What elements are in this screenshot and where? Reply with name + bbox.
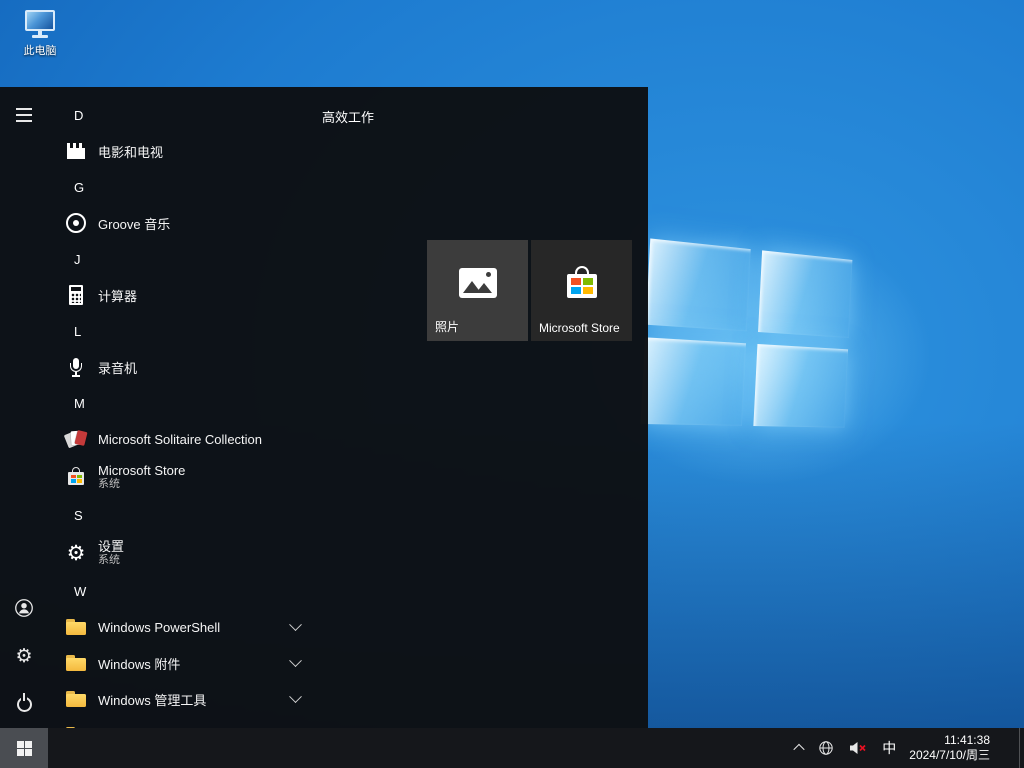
app-group-windows-accessories[interactable]: Windows 附件 <box>48 645 322 681</box>
store-bag-icon <box>564 266 600 300</box>
app-item-microsoft-store[interactable]: Microsoft Store 系统 <box>48 457 322 497</box>
app-item-voice-recorder[interactable]: 录音机 <box>48 349 322 385</box>
system-tray: 中 11:41:38 2024/7/10/周三 <box>789 728 994 768</box>
section-letter-s[interactable]: S <box>48 497 322 533</box>
gear-icon: ⚙ <box>15 647 32 666</box>
tray-overflow-button[interactable] <box>789 728 809 768</box>
settings-gear-icon: ⚙ <box>64 541 88 565</box>
wallpaper-windows-logo <box>639 238 864 455</box>
volume-button[interactable] <box>843 728 873 768</box>
app-item-label: Windows 管理工具 <box>98 690 206 709</box>
app-item-sublabel: 系统 <box>98 478 185 491</box>
windows-logo-icon <box>17 741 32 756</box>
network-button[interactable] <box>812 728 840 768</box>
app-item-label: Windows 附件 <box>98 654 180 673</box>
section-letter-label: L <box>74 324 81 339</box>
logo-pane <box>641 337 746 425</box>
folder-icon <box>64 651 88 675</box>
user-account-button[interactable] <box>0 584 48 632</box>
section-letter-label: M <box>74 396 85 411</box>
chevron-up-icon <box>794 744 805 755</box>
app-item-movies-tv[interactable]: 电影和电视 <box>48 133 322 169</box>
start-menu: ⚙ D 电影和电视 G Groove 音乐 <box>0 87 648 728</box>
clock-date: 2024/7/10/周三 <box>909 748 990 763</box>
microphone-icon <box>64 355 88 379</box>
section-letter-label: J <box>74 252 81 267</box>
start-menu-rail: ⚙ <box>0 87 48 728</box>
calculator-icon <box>64 283 88 307</box>
tile-microsoft-store[interactable]: Microsoft Store <box>531 240 632 341</box>
app-group-windows-powershell[interactable]: Windows PowerShell <box>48 609 322 645</box>
power-icon <box>17 697 32 712</box>
section-letter-j[interactable]: J <box>48 241 322 277</box>
network-globe-icon <box>818 740 834 756</box>
section-letter-label: S <box>74 508 83 523</box>
chevron-down-icon[interactable] <box>289 690 302 703</box>
chevron-down-icon[interactable] <box>289 654 302 667</box>
section-letter-label: D <box>74 108 83 123</box>
start-button[interactable] <box>0 728 48 768</box>
app-group-windows-admin-tools[interactable]: Windows 管理工具 <box>48 681 322 717</box>
volume-muted-icon <box>849 740 867 756</box>
app-list: D 电影和电视 G Groove 音乐 J 计算器 L <box>48 97 322 728</box>
desktop-icon-this-pc[interactable]: 此电脑 <box>12 10 68 58</box>
app-item-sublabel: 系统 <box>98 554 124 567</box>
folder-icon <box>64 687 88 711</box>
section-letter-label: G <box>74 180 84 195</box>
show-desktop-button[interactable] <box>1019 728 1024 768</box>
app-item-label: 计算器 <box>98 286 137 305</box>
section-letter-w[interactable]: W <box>48 573 322 609</box>
app-item-label: Microsoft Store <box>98 463 185 478</box>
user-icon <box>13 597 35 619</box>
desktop-icon-label: 此电脑 <box>12 42 68 58</box>
logo-pane <box>646 238 751 331</box>
section-letter-m[interactable]: M <box>48 385 322 421</box>
app-item-calculator[interactable]: 计算器 <box>48 277 322 313</box>
tile-photos[interactable]: 照片 <box>427 240 528 341</box>
taskbar-clock[interactable]: 11:41:38 2024/7/10/周三 <box>905 728 994 768</box>
tile-group-title[interactable]: 高效工作 <box>322 107 374 125</box>
solitaire-cards-icon <box>64 427 88 451</box>
hamburger-icon <box>16 108 32 122</box>
app-item-label: Microsoft Solitaire Collection <box>98 432 262 447</box>
folder-icon <box>64 615 88 639</box>
app-item-label: 录音机 <box>98 358 137 377</box>
tile-row: 照片 Microsoft Store <box>427 240 632 341</box>
tile-area: 高效工作 照片 Microsoft Store <box>322 107 642 125</box>
movies-tv-icon <box>64 139 88 163</box>
ime-label: 中 <box>882 738 896 758</box>
taskbar: 中 11:41:38 2024/7/10/周三 <box>0 728 1024 768</box>
logo-pane <box>753 344 848 428</box>
store-bag-icon <box>64 465 88 489</box>
photos-icon <box>459 268 497 298</box>
this-pc-icon <box>24 10 56 38</box>
app-item-label: Groove 音乐 <box>98 214 170 233</box>
app-item-label: 电影和电视 <box>98 142 163 161</box>
clock-time: 11:41:38 <box>944 733 990 748</box>
logo-pane <box>758 250 852 338</box>
section-letter-d[interactable]: D <box>48 97 322 133</box>
app-item-solitaire[interactable]: Microsoft Solitaire Collection <box>48 421 322 457</box>
section-letter-g[interactable]: G <box>48 169 322 205</box>
app-item-settings[interactable]: ⚙ 设置 系统 <box>48 533 322 573</box>
app-item-groove-music[interactable]: Groove 音乐 <box>48 205 322 241</box>
app-group-windows-ease-of-access[interactable]: Windows 轻松使用 <box>48 717 322 728</box>
tile-label: Microsoft Store <box>539 321 620 335</box>
groove-music-icon <box>64 211 88 235</box>
chevron-down-icon[interactable] <box>289 618 302 631</box>
section-letter-l[interactable]: L <box>48 313 322 349</box>
tile-label: 照片 <box>435 318 459 335</box>
ime-indicator[interactable]: 中 <box>876 728 902 768</box>
settings-button[interactable]: ⚙ <box>0 632 48 680</box>
app-item-label: 设置 <box>98 539 124 554</box>
app-item-label: Windows PowerShell <box>98 620 220 635</box>
section-letter-label: W <box>74 584 86 599</box>
desktop: 此电脑 ⚙ <box>0 0 1024 768</box>
menu-expand-button[interactable] <box>0 91 48 139</box>
power-button[interactable] <box>0 680 48 728</box>
